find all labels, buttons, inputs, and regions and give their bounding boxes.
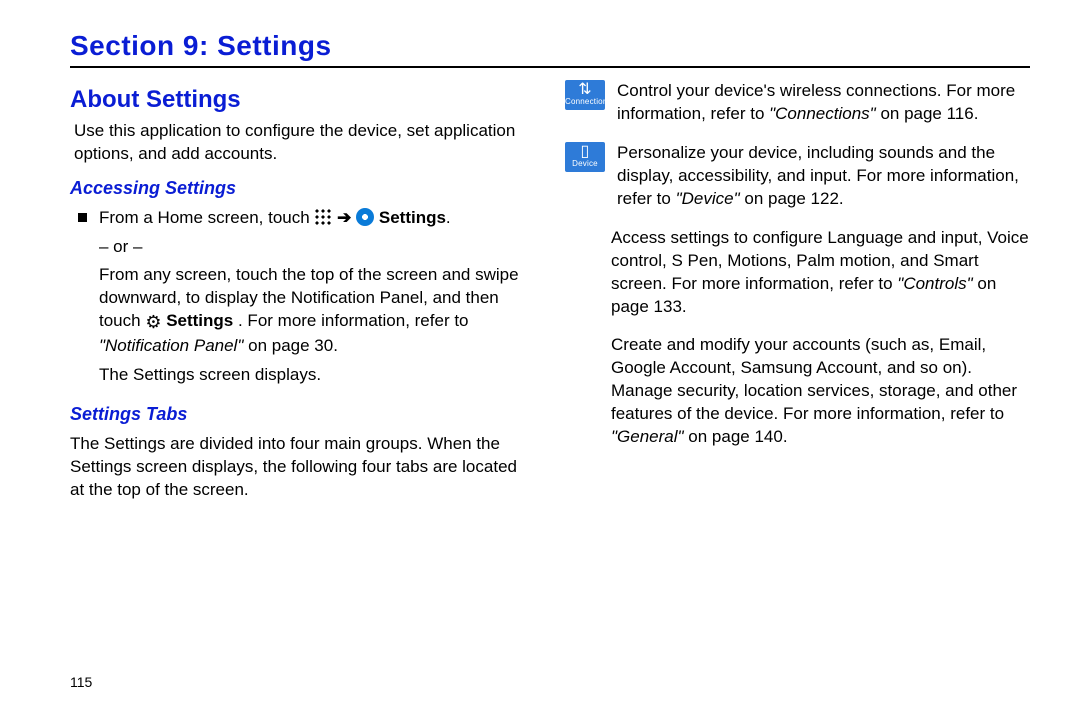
settings-label: Settings (379, 208, 446, 227)
or-separator: – or – (99, 236, 535, 259)
connections-row: ⇅ Connections Control your device's wire… (565, 80, 1030, 126)
apps-grid-icon (314, 208, 332, 226)
accessing-step-1: From a Home screen, touch ➔ Settings. – … (78, 207, 535, 393)
notification-panel-ref: "Notification Panel" (99, 336, 243, 355)
settings-tabs-heading: Settings Tabs (70, 402, 535, 426)
general-ref: "General" (611, 427, 684, 446)
left-column: About Settings Use this application to c… (70, 80, 535, 508)
general-text-b: on page 140. (688, 427, 787, 446)
arrow-icon: ➔ (337, 208, 356, 227)
step2-text-c: on page 30. (248, 336, 338, 355)
connections-text-b: on page 116. (880, 104, 978, 123)
connections-ref: "Connections" (769, 104, 876, 123)
step1-period: . (446, 208, 451, 227)
accessing-settings-heading: Accessing Settings (70, 176, 535, 200)
device-ref: "Device" (676, 189, 740, 208)
settings-gear-icon (356, 208, 374, 226)
settings-gear-black-icon: ⚙ (145, 312, 161, 332)
accessing-step-3: The Settings screen displays. (99, 364, 535, 387)
section-title: Section 9: Settings (70, 30, 1030, 62)
about-settings-heading: About Settings (70, 84, 535, 116)
device-icon: ▯ Device (565, 142, 605, 172)
section-rule (70, 66, 1030, 68)
controls-row: Access settings to configure Language an… (565, 227, 1030, 319)
about-settings-intro: Use this application to configure the de… (74, 120, 535, 166)
step1-text: From a Home screen, touch (99, 208, 314, 227)
bullet-icon (78, 213, 87, 222)
accessing-step-2: From any screen, touch the top of the sc… (99, 264, 535, 357)
page-number: 115 (70, 674, 92, 690)
device-text-b: on page 122. (744, 189, 843, 208)
controls-ref: "Controls" (897, 274, 972, 293)
device-row: ▯ Device Personalize your device, includ… (565, 142, 1030, 211)
right-column: ⇅ Connections Control your device's wire… (565, 80, 1030, 508)
step2-text-b: . For more information, refer to (238, 311, 469, 330)
connections-icon: ⇅ Connections (565, 80, 605, 110)
general-text-a: Create and modify your accounts (such as… (611, 335, 1017, 423)
device-icon-label: Device (572, 159, 598, 168)
connections-icon-label: Connections (565, 97, 612, 106)
settings-tabs-intro: The Settings are divided into four main … (70, 433, 535, 502)
step2-settings-label: Settings (166, 311, 233, 330)
general-row: Create and modify your accounts (such as… (565, 334, 1030, 449)
